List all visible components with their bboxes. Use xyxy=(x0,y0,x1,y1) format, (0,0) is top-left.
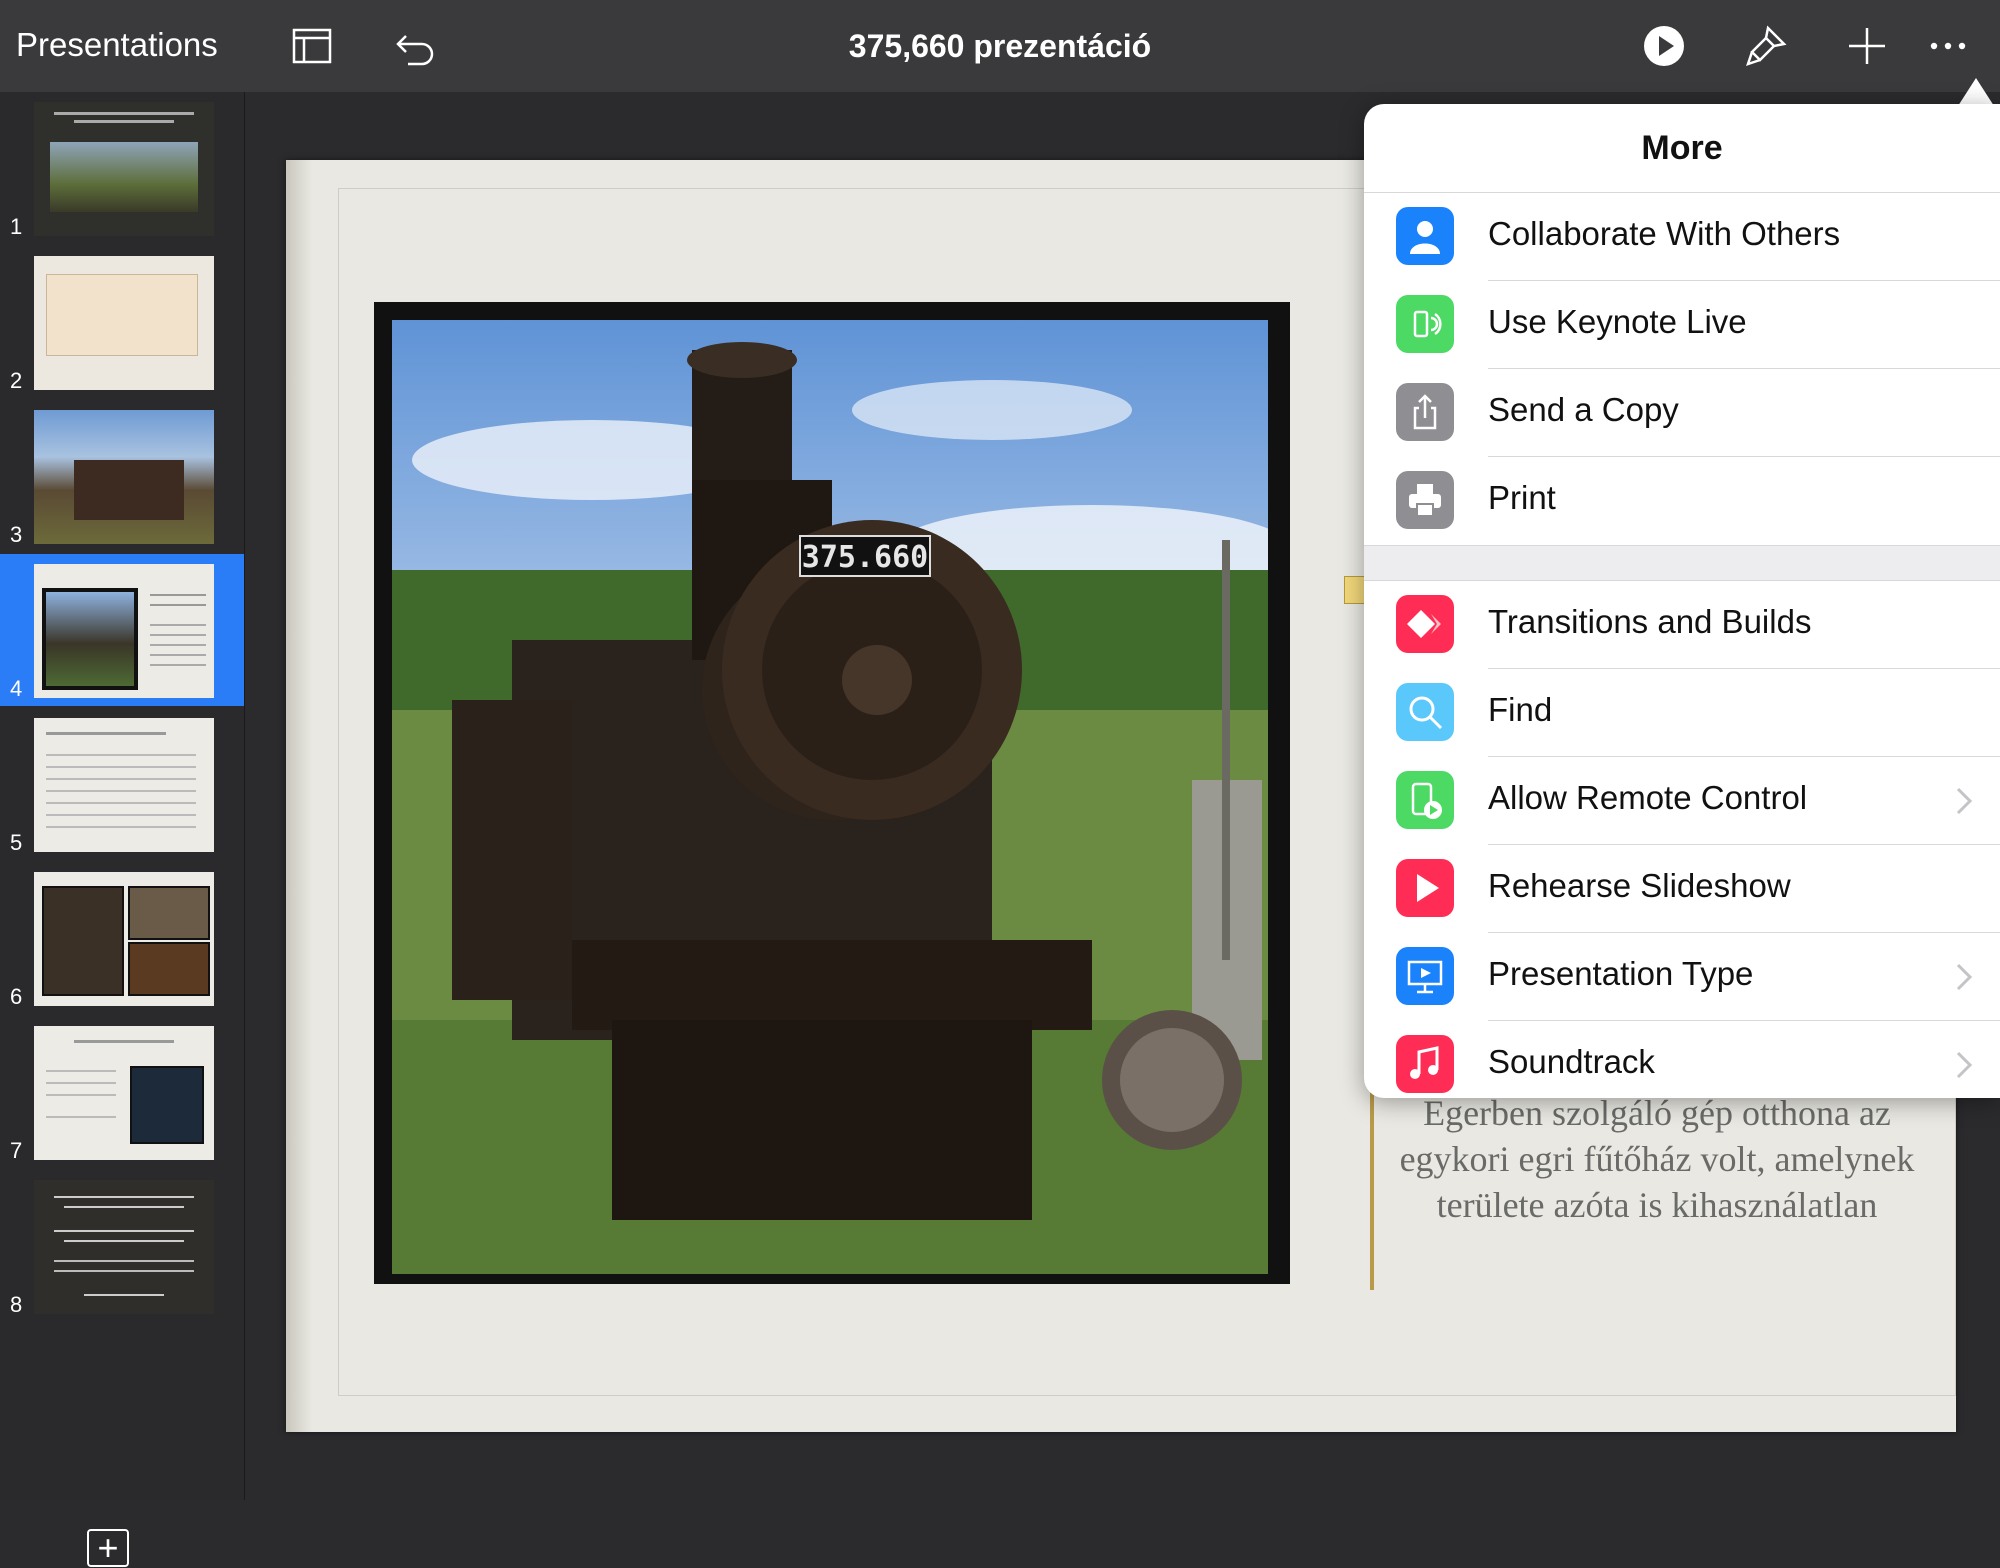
menu-item-label: Send a Copy xyxy=(1488,391,1679,428)
more-popover: More Collaborate With Others Use Keynote… xyxy=(1364,104,2000,1098)
slide-number: 8 xyxy=(10,1292,23,1317)
slide-preview xyxy=(34,564,214,698)
menu-item-keynote-live[interactable]: Use Keynote Live xyxy=(1364,281,2000,369)
menu-item-collaborate[interactable]: Collaborate With Others xyxy=(1364,193,2000,281)
presentations-back-button[interactable]: Presentations xyxy=(16,26,218,64)
slide-number: 5 xyxy=(10,830,23,855)
toolbar: Presentations 375,660 prezentáció xyxy=(0,0,2000,92)
undo-button[interactable] xyxy=(392,22,440,70)
slide-number: 6 xyxy=(10,984,23,1009)
printer-icon xyxy=(1396,471,1454,529)
undo-icon xyxy=(396,35,434,66)
menu-item-label: Find xyxy=(1488,691,1553,728)
slide-thumbnail-2[interactable]: 2 xyxy=(0,246,244,398)
slide-preview xyxy=(34,410,214,544)
slide-thumbnail-5[interactable]: 5 xyxy=(0,708,244,860)
menu-item-label: Allow Remote Control xyxy=(1488,779,1808,816)
popover-arrow xyxy=(1958,78,1994,106)
slide-preview xyxy=(34,102,214,236)
slide-thumbnail-3[interactable]: 3 xyxy=(0,400,244,552)
play-icon xyxy=(1644,26,1684,66)
slide-number: 2 xyxy=(10,368,23,393)
format-button[interactable] xyxy=(1742,22,1790,70)
menu-item-print[interactable]: Print xyxy=(1364,457,2000,545)
menu-item-label: Use Keynote Live xyxy=(1488,303,1747,340)
share-icon xyxy=(1396,383,1454,441)
soundtrack-icon xyxy=(1396,1035,1454,1093)
slide-thumbnail-1[interactable]: 1 xyxy=(0,92,244,244)
locomotive-number-plate: 375.660 xyxy=(802,540,928,575)
search-icon xyxy=(1396,683,1454,741)
add-slide-button[interactable]: + xyxy=(87,1529,129,1567)
slide-preview xyxy=(34,1180,214,1314)
slide-number: 7 xyxy=(10,1138,23,1163)
collaborate-icon xyxy=(1396,207,1454,265)
slide-preview xyxy=(34,718,214,852)
menu-item-find[interactable]: Find xyxy=(1364,669,2000,757)
paintbrush-icon xyxy=(1746,25,1787,66)
page-spine xyxy=(286,160,312,1432)
plus-icon xyxy=(1849,28,1885,64)
menu-item-rehearse[interactable]: Rehearse Slideshow xyxy=(1364,845,2000,933)
slide-preview xyxy=(34,256,214,390)
locomotive-image: 375.660 xyxy=(392,320,1268,1274)
ellipsis-icon xyxy=(1930,42,1966,50)
menu-item-soundtrack[interactable]: Soundtrack xyxy=(1364,1021,2000,1098)
menu-item-send-copy[interactable]: Send a Copy xyxy=(1364,369,2000,457)
slide-navigator: 1 2 3 4 5 6 7 8 + xyxy=(0,92,245,1567)
presentation-type-icon xyxy=(1396,947,1454,1005)
slide-thumbnail-8[interactable]: 8 xyxy=(0,1170,244,1322)
slide-thumbnail-6[interactable]: 6 xyxy=(0,862,244,1014)
menu-item-label: Transitions and Builds xyxy=(1488,603,1812,640)
slide-number: 3 xyxy=(10,522,23,547)
keynote-live-icon xyxy=(1396,295,1454,353)
menu-item-presentation-type[interactable]: Presentation Type xyxy=(1364,933,2000,1021)
menu-item-remote-control[interactable]: Allow Remote Control xyxy=(1364,757,2000,845)
menu-item-label: Presentation Type xyxy=(1488,955,1754,992)
transitions-icon xyxy=(1396,595,1454,653)
menu-item-label: Soundtrack xyxy=(1488,1043,1655,1080)
slide-layout-button[interactable] xyxy=(288,22,336,70)
slide-navigator-icon xyxy=(292,28,332,64)
chevron-right-icon xyxy=(1956,787,1973,815)
slide-number: 1 xyxy=(10,214,23,239)
insert-button[interactable] xyxy=(1843,22,1891,70)
slide-thumbnail-7[interactable]: 7 xyxy=(0,1016,244,1168)
slide-number: 4 xyxy=(10,676,23,701)
chevron-right-icon xyxy=(1956,963,1973,991)
slide-thumbnail-4[interactable]: 4 xyxy=(0,554,244,706)
section-separator xyxy=(1364,545,2000,581)
play-button[interactable] xyxy=(1640,22,1688,70)
locomotive-photo[interactable]: 375.660 xyxy=(392,320,1268,1274)
plus-icon: + xyxy=(97,1527,119,1568)
remote-control-icon xyxy=(1396,771,1454,829)
more-button[interactable] xyxy=(1924,22,1972,70)
menu-item-transitions[interactable]: Transitions and Builds xyxy=(1364,581,2000,669)
menu-item-label: Rehearse Slideshow xyxy=(1488,867,1791,904)
menu-item-label: Collaborate With Others xyxy=(1488,215,1841,252)
menu-item-label: Print xyxy=(1488,479,1556,516)
slide-caption-text[interactable]: Egerben szolgáló gép otthona az egykori … xyxy=(1370,1090,1930,1290)
slide-preview xyxy=(34,1026,214,1160)
popover-title: More xyxy=(1364,104,2000,193)
chevron-right-icon xyxy=(1956,1051,1973,1079)
rehearse-icon xyxy=(1396,859,1454,917)
slide-preview xyxy=(34,872,214,1006)
